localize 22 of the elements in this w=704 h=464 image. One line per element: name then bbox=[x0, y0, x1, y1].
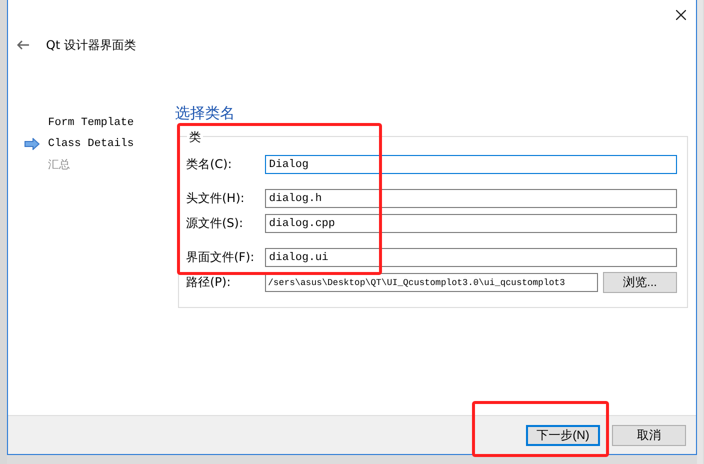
text-field[interactable]: /sers\asus\Desktop\QT\UI_Qcustomplot3.0\ui_qcustomplot3 bbox=[265, 273, 598, 292]
close-icon bbox=[676, 10, 686, 20]
wizard-step: Class Details bbox=[48, 138, 134, 150]
back-button[interactable] bbox=[17, 39, 31, 51]
text-field[interactable]: dialog.cpp bbox=[265, 214, 677, 233]
cancel-button[interactable]: 取消 bbox=[612, 424, 686, 446]
text-field[interactable]: dialog.h bbox=[265, 189, 677, 208]
wizard-step: 汇总 bbox=[48, 157, 70, 172]
next-button[interactable]: 下一步(N) bbox=[526, 424, 600, 446]
group-title: 类 bbox=[187, 129, 203, 146]
text-field[interactable]: Dialog bbox=[265, 155, 677, 174]
back-arrow-icon bbox=[17, 40, 29, 50]
wizard-step: Form Template bbox=[48, 116, 134, 128]
window-title: Qt 设计器界面类 bbox=[46, 36, 136, 54]
page-heading: 选择类名 bbox=[175, 104, 236, 124]
field-label: 类名(C): bbox=[186, 156, 233, 173]
field-label: 界面文件(F): bbox=[186, 249, 256, 266]
field-label: 头文件(H): bbox=[186, 190, 246, 207]
field-label: 源文件(S): bbox=[186, 215, 244, 232]
field-label: 路径(P): bbox=[186, 274, 232, 291]
browse-button[interactable]: 浏览... bbox=[603, 272, 677, 293]
text-field[interactable]: dialog.ui bbox=[265, 248, 677, 267]
